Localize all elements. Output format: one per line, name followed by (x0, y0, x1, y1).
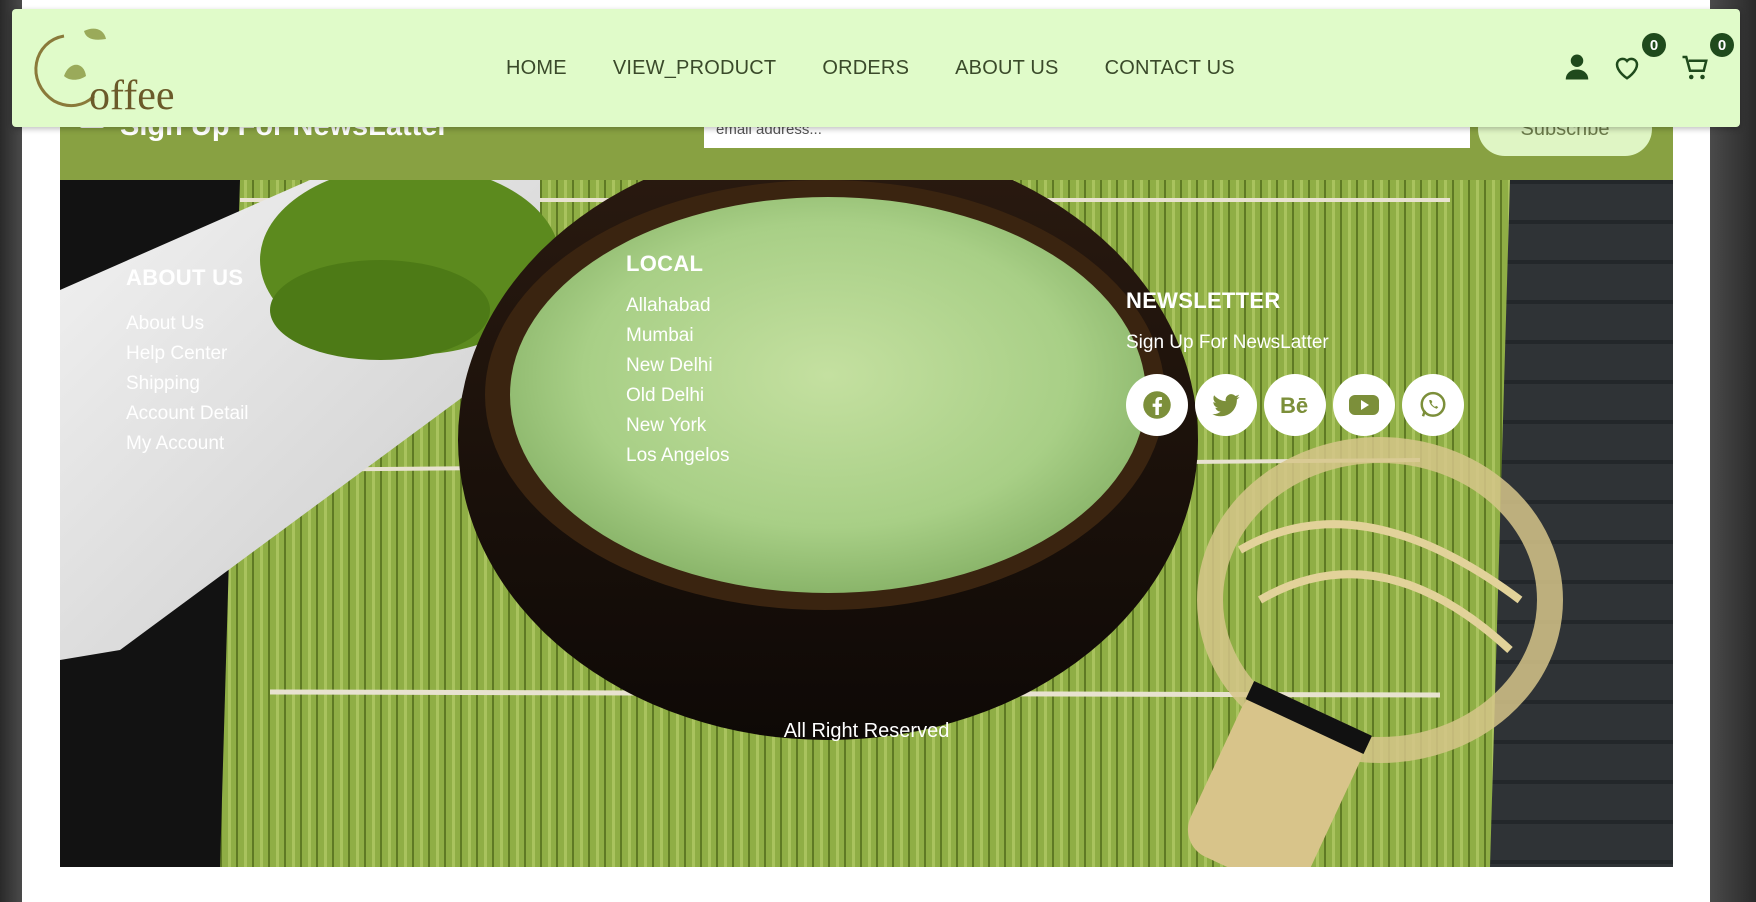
user-icon[interactable] (1562, 52, 1592, 82)
whatsapp-icon[interactable] (1402, 374, 1464, 436)
header: offee HOME VIEW_PRODUCT ORDERS ABOUT US … (12, 9, 1740, 127)
heart-icon[interactable] (1612, 52, 1642, 82)
youtube-icon[interactable] (1333, 374, 1395, 436)
newsletter-text: Sign Up For NewsLatter (1126, 332, 1329, 353)
footer-link-shipping[interactable]: Shipping (126, 369, 249, 399)
local-column: LOCAL Allahabad Mumbai New Delhi Old Del… (626, 251, 730, 471)
city-old-delhi[interactable]: Old Delhi (626, 381, 730, 411)
nav-view-product[interactable]: VIEW_PRODUCT (613, 57, 777, 80)
social-links: Bē (1126, 374, 1464, 436)
facebook-icon[interactable] (1126, 374, 1188, 436)
nav-home[interactable]: HOME (506, 57, 567, 80)
footer-link-help-center[interactable]: Help Center (126, 339, 249, 369)
footer-link-about-us[interactable]: About Us (126, 309, 249, 339)
matcha-background-image (60, 180, 1673, 867)
nav-orders[interactable]: ORDERS (822, 57, 909, 80)
city-los-angelos[interactable]: Los Angelos (626, 441, 730, 471)
city-allahabad[interactable]: Allahabad (626, 291, 730, 321)
about-us-heading: ABOUT US (126, 265, 244, 290)
city-new-delhi[interactable]: New Delhi (626, 351, 730, 381)
nav-about-us[interactable]: ABOUT US (955, 57, 1058, 80)
logo-text: offee (89, 73, 175, 119)
city-mumbai[interactable]: Mumbai (626, 321, 730, 351)
nav-contact-us[interactable]: CONTACT US (1105, 57, 1235, 80)
logo[interactable]: offee (24, 21, 194, 121)
city-new-york[interactable]: New York (626, 411, 730, 441)
footer-link-account-detail[interactable]: Account Detail (126, 399, 249, 429)
copyright: All Right Reserved (783, 720, 950, 742)
twitter-icon[interactable] (1195, 374, 1257, 436)
svg-text:Bē: Bē (1280, 393, 1308, 417)
footer: ABOUT US About Us Help Center Shipping A… (60, 180, 1673, 867)
wishlist-count-badge: 0 (1642, 33, 1666, 57)
behance-icon[interactable]: Bē (1264, 374, 1326, 436)
local-heading: LOCAL (626, 251, 704, 276)
newsletter-heading: NEWSLETTER (1126, 288, 1281, 313)
main-nav: HOME VIEW_PRODUCT ORDERS ABOUT US CONTAC… (506, 57, 1235, 80)
cart-icon[interactable] (1680, 52, 1710, 82)
newsletter-column: NEWSLETTER Sign Up For NewsLatter Bē (1126, 288, 1464, 436)
about-us-column: ABOUT US About Us Help Center Shipping A… (126, 265, 249, 459)
footer-link-my-account[interactable]: My Account (126, 429, 249, 459)
cart-count-badge: 0 (1710, 33, 1734, 57)
